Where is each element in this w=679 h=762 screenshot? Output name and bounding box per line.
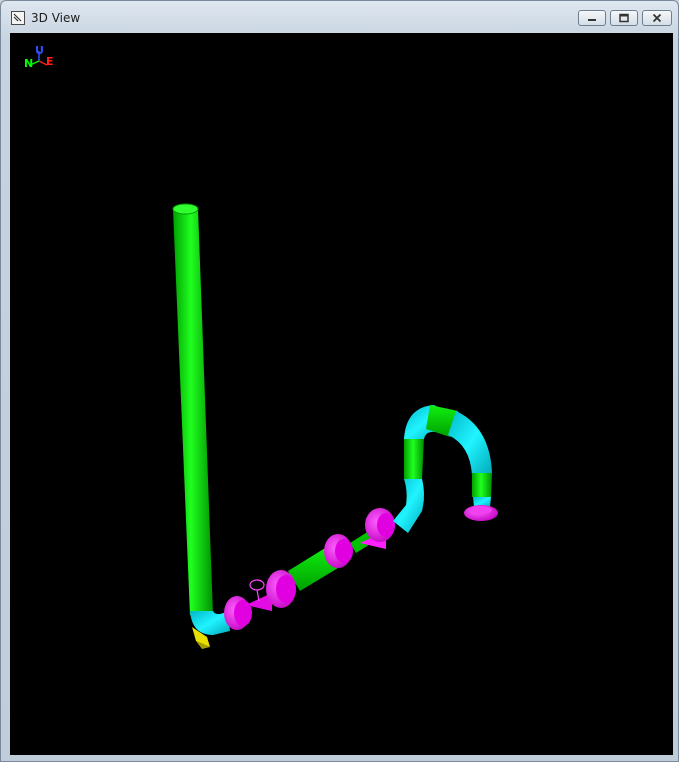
loop-right-pipe[interactable] (472, 473, 492, 497)
window-title: 3D View (31, 11, 81, 25)
window-icon (11, 11, 25, 25)
close-button[interactable] (642, 10, 672, 26)
pipe-model-scene: N U E (24, 44, 498, 649)
vertical-pipe[interactable] (172, 203, 213, 615)
flange-3[interactable] (324, 534, 353, 568)
elbow-up[interactable] (393, 479, 424, 533)
window-3d-view: 3D View N U E (0, 0, 679, 762)
loop-left-pipe[interactable] (404, 437, 424, 479)
close-icon (643, 11, 671, 25)
flange-4[interactable] (365, 508, 395, 542)
minimize-icon (579, 11, 605, 25)
east-label: E (46, 55, 54, 68)
restore-icon (611, 11, 637, 25)
end-flange[interactable] (464, 505, 498, 521)
north-label: N (24, 57, 33, 70)
restore-button[interactable] (610, 10, 638, 26)
up-label: U (35, 44, 44, 57)
flange-1[interactable] (224, 596, 252, 630)
minimize-button[interactable] (578, 10, 606, 26)
title-bar[interactable]: 3D View (1, 1, 678, 31)
3d-viewport[interactable]: N U E (10, 33, 673, 755)
orientation-triad: N U E (24, 44, 54, 70)
loop-right-elbow[interactable] (448, 411, 492, 475)
flange-2[interactable] (266, 570, 296, 608)
